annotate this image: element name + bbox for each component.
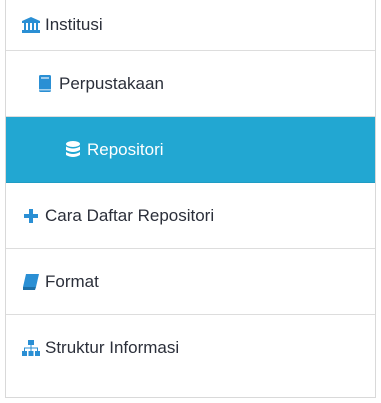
menu-item-repositori[interactable]: Repositori xyxy=(6,117,375,183)
menu-item-label: Struktur Informasi xyxy=(45,338,180,357)
sidebar-menu: Institusi Perpustakaan Repositori Cara D… xyxy=(5,0,376,398)
database-icon xyxy=(64,141,82,159)
menu-item-label: Format xyxy=(45,271,99,291)
menu-item-perpustakaan[interactable]: Perpustakaan xyxy=(6,51,375,117)
menu-item-cara-daftar-repositori[interactable]: Cara Daftar Repositori xyxy=(6,183,375,249)
menu-item-struktur-informasi[interactable]: Struktur Informasi xyxy=(6,315,375,381)
book-icon xyxy=(22,273,40,291)
menu-item-label: Perpustakaan xyxy=(59,73,164,93)
menu-item-label: Cara Daftar Repositori xyxy=(45,205,215,225)
menu-item-institusi[interactable]: Institusi xyxy=(6,0,375,51)
institution-icon xyxy=(22,16,40,34)
plus-icon xyxy=(22,207,40,225)
sitemap-icon xyxy=(22,339,40,357)
menu-item-format[interactable]: Format xyxy=(6,249,375,315)
book-icon xyxy=(36,74,54,93)
menu-item-label: Repositori xyxy=(87,139,164,159)
menu-item-label: Institusi xyxy=(45,15,103,34)
